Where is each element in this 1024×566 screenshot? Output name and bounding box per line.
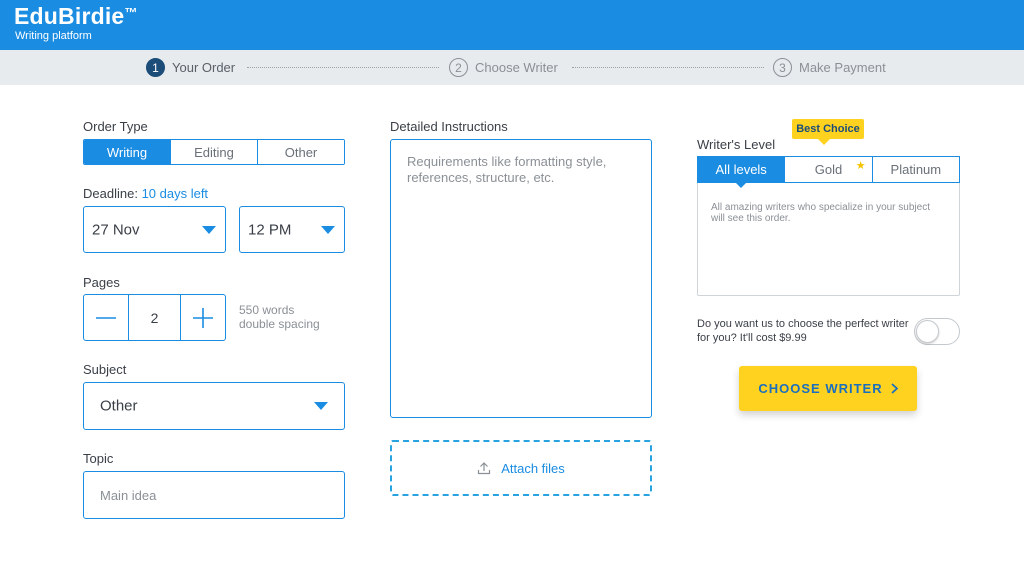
step-choose-writer: 2 Choose Writer	[449, 58, 558, 77]
deadline-label: Deadline: 10 days left	[83, 186, 208, 201]
step-label: Your Order	[172, 60, 236, 75]
toggle-knob	[916, 320, 939, 343]
brand-logo[interactable]: EduBirdie™	[14, 3, 138, 30]
writer-level-description: All amazing writers who specialize in yo…	[711, 202, 930, 224]
step-number: 1	[146, 58, 165, 77]
minus-icon	[96, 316, 116, 319]
auto-choose-toggle[interactable]	[914, 318, 960, 345]
deadline-date-select[interactable]: 27 Nov	[83, 206, 226, 253]
pages-label: Pages	[83, 275, 120, 290]
instructions-label: Detailed Instructions	[390, 119, 508, 134]
decrement-button[interactable]	[84, 295, 128, 340]
auto-choose-text: Do you want us to choose the perfect wri…	[697, 318, 909, 344]
step-label: Choose Writer	[475, 60, 558, 75]
upload-icon	[477, 461, 491, 475]
chevron-down-icon	[321, 225, 335, 234]
topic-label: Topic	[83, 451, 114, 466]
level-gold[interactable]: Gold ★	[785, 157, 873, 182]
step-make-payment: 3 Make Payment	[773, 58, 886, 77]
best-choice-badge: Best Choice	[792, 119, 864, 139]
attach-files-label: Attach files	[501, 460, 565, 476]
instructions-textarea[interactable]: Requirements like formatting style, refe…	[390, 139, 652, 418]
pages-value[interactable]: 2	[128, 295, 181, 340]
choose-writer-button[interactable]: CHOOSE WRITER	[739, 366, 917, 411]
progress-steps: 1 Your Order 2 Choose Writer 3 Make Paym…	[0, 50, 1024, 85]
deadline-days-left: 10 days left	[141, 186, 209, 201]
pages-words-hint: 550 words	[239, 303, 295, 317]
step-number: 3	[773, 58, 792, 77]
level-platinum[interactable]: Platinum	[872, 157, 959, 182]
brand-tagline: Writing platform	[15, 30, 92, 42]
step-label: Make Payment	[799, 60, 886, 75]
order-type-selector: Writing Editing Other	[83, 139, 345, 165]
order-type-label: Order Type	[83, 119, 148, 134]
subject-select[interactable]: Other	[83, 382, 345, 430]
instructions-placeholder: Requirements like formatting style, refe…	[407, 154, 607, 185]
deadline-label-text: Deadline:	[83, 186, 138, 201]
app-header: EduBirdie™ Writing platform	[0, 0, 1024, 50]
level-gold-label: Gold	[814, 162, 843, 177]
step-your-order: 1 Your Order	[146, 58, 235, 77]
plus-icon	[193, 307, 213, 328]
increment-button[interactable]	[181, 295, 225, 340]
writer-level-label: Writer's Level	[697, 137, 776, 152]
subject-value: Other	[100, 397, 138, 415]
deadline-time-value: 12 PM	[248, 221, 292, 238]
chevron-down-icon	[202, 225, 216, 234]
order-type-writing[interactable]: Writing	[84, 140, 171, 164]
deadline-time-select[interactable]: 12 PM	[239, 206, 345, 253]
topic-input[interactable]: Main idea	[83, 471, 345, 519]
subject-label: Subject	[83, 362, 127, 377]
step-connector	[247, 67, 439, 68]
step-number: 2	[449, 58, 468, 77]
order-type-other[interactable]: Other	[258, 140, 344, 164]
chevron-down-icon	[314, 402, 328, 410]
badge-pointer	[818, 139, 830, 145]
level-all[interactable]: All levels	[698, 157, 786, 188]
pages-spacing-hint: double spacing	[239, 317, 320, 331]
choose-writer-label: CHOOSE WRITER	[758, 381, 883, 396]
step-connector	[572, 67, 764, 68]
trademark-symbol: ™	[124, 5, 138, 20]
deadline-date-value: 27 Nov	[92, 221, 140, 238]
order-type-editing[interactable]: Editing	[171, 140, 258, 164]
attach-files-button[interactable]: Attach files	[390, 440, 652, 496]
writer-level-selector: All levels Gold ★ Platinum	[697, 156, 960, 188]
chevron-right-icon	[891, 383, 898, 394]
topic-placeholder: Main idea	[100, 488, 157, 503]
pages-stepper: 2	[83, 294, 226, 341]
star-icon: ★	[855, 160, 866, 172]
